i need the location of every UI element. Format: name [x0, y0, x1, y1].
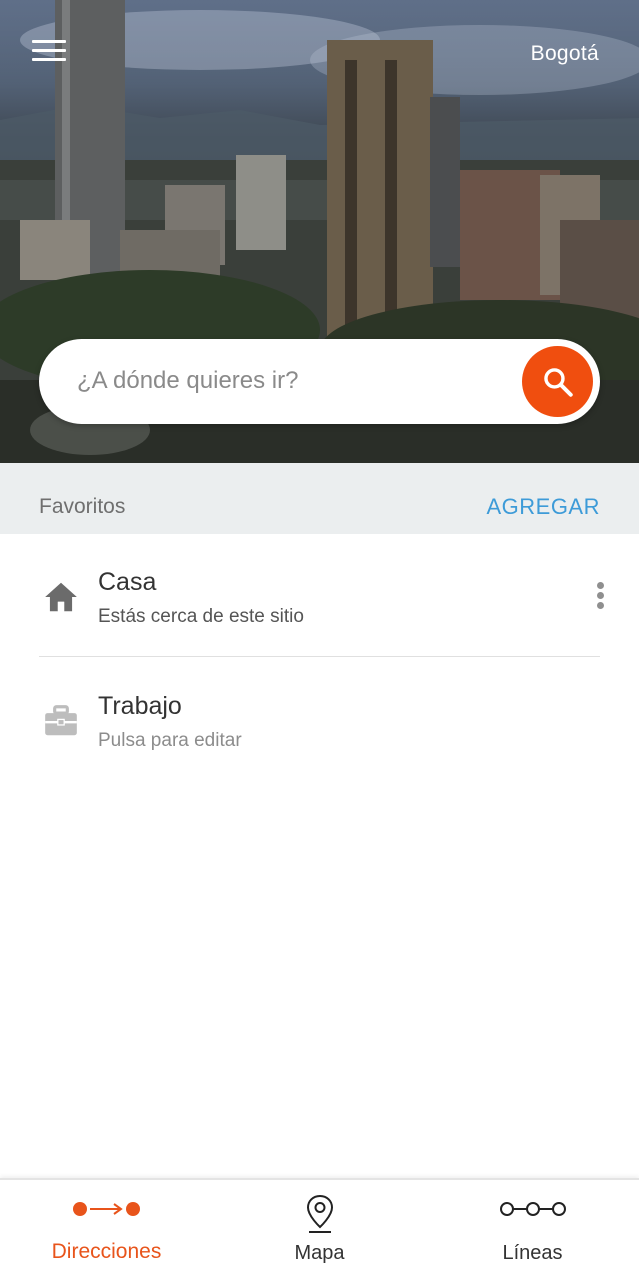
search-bar — [39, 339, 600, 424]
favorites-header: Favoritos AGREGAR — [0, 463, 639, 534]
nav-label: Líneas — [502, 1242, 563, 1264]
favorite-name: Trabajo — [98, 692, 182, 720]
favorite-item-casa[interactable]: Casa Estás cerca de este sitio — [0, 540, 639, 660]
search-input[interactable] — [77, 361, 497, 401]
lines-icon — [499, 1202, 566, 1216]
hero-banner: Bogotá — [0, 0, 639, 463]
nav-tab-map[interactable]: Mapa — [213, 1180, 426, 1280]
nav-tab-lines[interactable]: Líneas — [426, 1180, 639, 1280]
add-favorite-button[interactable]: AGREGAR — [486, 494, 600, 520]
favorites-title: Favoritos — [39, 495, 126, 518]
divider — [39, 656, 600, 657]
favorite-item-trabajo[interactable]: Trabajo Pulsa para editar — [0, 664, 639, 784]
nav-tab-directions[interactable]: Direcciones — [0, 1180, 213, 1280]
more-options-icon[interactable] — [595, 580, 605, 612]
hamburger-menu-icon[interactable] — [32, 38, 66, 64]
search-button[interactable] — [522, 346, 593, 417]
city-selector[interactable]: Bogotá — [531, 42, 599, 66]
directions-icon — [72, 1202, 140, 1216]
nav-label: Mapa — [294, 1242, 345, 1264]
favorite-subtitle: Pulsa para editar — [98, 730, 242, 751]
bottom-navigation: Direcciones Mapa Líneas — [0, 1178, 639, 1280]
nav-label: Direcciones — [51, 1240, 162, 1263]
search-icon — [543, 367, 573, 397]
favorite-subtitle: Estás cerca de este sitio — [98, 606, 304, 627]
favorite-name: Casa — [98, 568, 157, 596]
briefcase-icon — [45, 705, 77, 736]
map-pin-icon — [306, 1194, 333, 1233]
home-icon — [45, 582, 77, 612]
